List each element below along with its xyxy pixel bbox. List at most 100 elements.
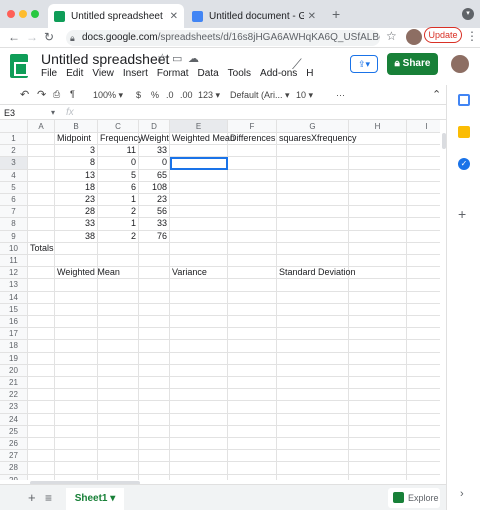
cell-i16[interactable] (407, 316, 440, 329)
cell-f3[interactable] (228, 157, 277, 170)
row-header-12[interactable]: 12 (0, 267, 28, 280)
cell-e4[interactable] (170, 169, 228, 182)
cell-c1[interactable]: Frequency (98, 133, 143, 146)
cell-c23[interactable] (98, 401, 139, 414)
name-box-dropdown-icon[interactable]: ▾ (51, 108, 55, 117)
cell-g28[interactable] (277, 462, 349, 475)
cell-g20[interactable] (277, 364, 349, 377)
cell-g1[interactable]: squaresXfrequency (277, 133, 357, 146)
expand-panel-icon[interactable]: › (460, 488, 464, 500)
cell-i21[interactable] (407, 377, 440, 390)
new-tab-button[interactable]: + (332, 6, 340, 22)
cell-f24[interactable] (228, 413, 277, 426)
cell-c22[interactable] (98, 389, 139, 402)
row-header-13[interactable]: 13 (0, 279, 28, 292)
cell-g29[interactable] (277, 474, 349, 480)
cell-g11[interactable] (277, 255, 349, 268)
column-header-e[interactable]: E (170, 120, 228, 133)
cell-a9[interactable] (28, 230, 55, 243)
menu-tools[interactable]: Tools (228, 68, 251, 79)
column-header-a[interactable]: A (28, 120, 55, 133)
cell-i2[interactable] (407, 145, 440, 158)
cell-g7[interactable] (277, 206, 349, 219)
row-header-14[interactable]: 14 (0, 291, 28, 304)
cell-b7[interactable]: 28 (55, 206, 98, 219)
cell-e1[interactable]: Weighted Mean (170, 133, 235, 146)
explore-button[interactable]: Explore (388, 488, 440, 508)
row-header-15[interactable]: 15 (0, 303, 28, 316)
cell-c5[interactable]: 6 (98, 181, 139, 194)
cell-a3[interactable] (28, 157, 55, 170)
cell-b27[interactable] (55, 450, 98, 463)
cell-f29[interactable] (228, 474, 277, 480)
cell-b1[interactable]: Midpoint (55, 133, 98, 146)
cell-i6[interactable] (407, 194, 440, 207)
tasks-icon[interactable]: ✓ (458, 158, 470, 170)
cell-g8[interactable] (277, 218, 349, 231)
cell-f13[interactable] (228, 279, 277, 292)
cell-c7[interactable]: 2 (98, 206, 139, 219)
paint-format-icon[interactable]: ¶ (70, 89, 75, 99)
cell-h28[interactable] (349, 462, 407, 475)
cell-b12[interactable]: Weighted Mean (55, 267, 120, 280)
cell-d22[interactable] (139, 389, 170, 402)
cell-c6[interactable]: 1 (98, 194, 139, 207)
row-header-18[interactable]: 18 (0, 340, 28, 353)
cell-c4[interactable]: 5 (98, 169, 139, 182)
cell-a15[interactable] (28, 303, 55, 316)
row-header-27[interactable]: 27 (0, 450, 28, 463)
font-select[interactable]: Default (Ari... ▾ (230, 90, 290, 101)
cell-d4[interactable]: 65 (139, 169, 170, 182)
cell-i11[interactable] (407, 255, 440, 268)
row-header-22[interactable]: 22 (0, 389, 28, 402)
cell-h26[interactable] (349, 438, 407, 451)
cell-f4[interactable] (228, 169, 277, 182)
cell-f1[interactable]: Differences (228, 133, 277, 146)
present-button[interactable]: ⇪▾ (350, 55, 378, 73)
cell-d9[interactable]: 76 (139, 230, 170, 243)
cell-a16[interactable] (28, 316, 55, 329)
cell-c20[interactable] (98, 364, 139, 377)
cell-a17[interactable] (28, 328, 55, 341)
cell-e5[interactable] (170, 181, 228, 194)
cell-i1[interactable] (407, 133, 440, 146)
cell-a23[interactable] (28, 401, 55, 414)
cell-d28[interactable] (139, 462, 170, 475)
column-header-b[interactable]: B (55, 120, 98, 133)
cell-i13[interactable] (407, 279, 440, 292)
column-header-d[interactable]: D (139, 120, 170, 133)
cell-i7[interactable] (407, 206, 440, 219)
cell-d17[interactable] (139, 328, 170, 341)
cell-g23[interactable] (277, 401, 349, 414)
cell-e22[interactable] (170, 389, 228, 402)
column-header-i[interactable]: I (407, 120, 440, 133)
cell-b2[interactable]: 3 (55, 145, 98, 158)
cell-c21[interactable] (98, 377, 139, 390)
back-icon[interactable]: ← (8, 30, 20, 44)
menu-format[interactable]: Format (157, 68, 189, 79)
cell-a10[interactable]: Totals (28, 242, 55, 255)
cell-f10[interactable] (228, 242, 277, 255)
row-header-9[interactable]: 9 (0, 230, 28, 243)
cell-h1[interactable] (349, 133, 407, 146)
cell-b8[interactable]: 33 (55, 218, 98, 231)
cell-f20[interactable] (228, 364, 277, 377)
cell-e18[interactable] (170, 340, 228, 353)
row-header-5[interactable]: 5 (0, 181, 28, 194)
cell-a6[interactable] (28, 194, 55, 207)
cell-d19[interactable] (139, 352, 170, 365)
cell-e17[interactable] (170, 328, 228, 341)
cell-d6[interactable]: 23 (139, 194, 170, 207)
cell-e29[interactable] (170, 474, 228, 480)
cell-h15[interactable] (349, 303, 407, 316)
activity-trend-icon[interactable]: ⟋ (292, 56, 302, 73)
row-header-21[interactable]: 21 (0, 377, 28, 390)
cell-c9[interactable]: 2 (98, 230, 139, 243)
cell-b26[interactable] (55, 438, 98, 451)
cell-e7[interactable] (170, 206, 228, 219)
cell-e6[interactable] (170, 194, 228, 207)
cell-b15[interactable] (55, 303, 98, 316)
cell-f2[interactable] (228, 145, 277, 158)
cell-f26[interactable] (228, 438, 277, 451)
cell-h29[interactable] (349, 474, 407, 480)
